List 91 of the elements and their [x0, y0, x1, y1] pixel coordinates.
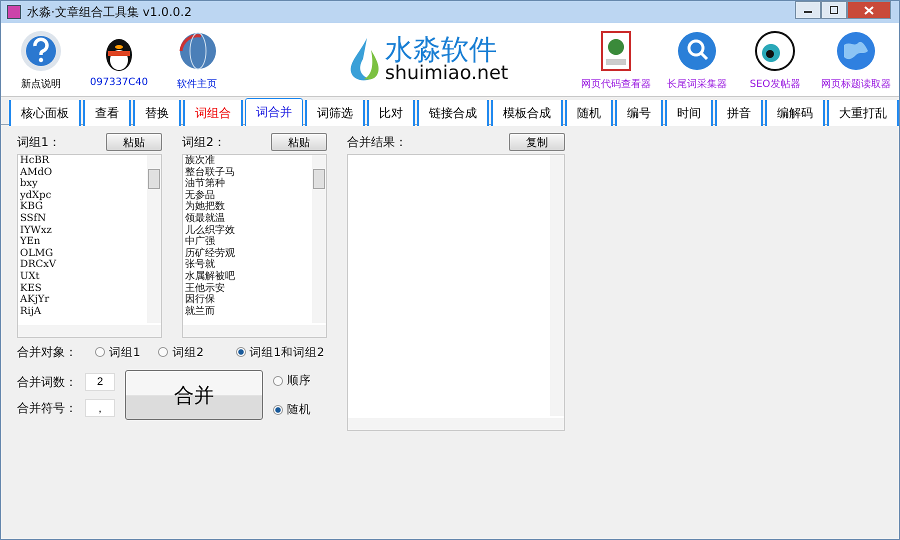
merge-button[interactable]: 合并: [125, 370, 263, 420]
radio-label[interactable]: 随机: [287, 402, 311, 417]
tab[interactable]: 时间: [665, 100, 713, 126]
list-item: 历矿经劳观: [185, 248, 235, 259]
list-item: SSfN: [20, 212, 46, 225]
maximize-icon[interactable]: [829, 6, 839, 14]
toolbar-label[interactable]: 网页标题读取器: [821, 76, 891, 90]
word-count-field[interactable]: 2: [85, 373, 115, 391]
separator-field[interactable]: ，: [85, 399, 115, 417]
radio-button[interactable]: [158, 347, 168, 357]
list-item: 因行保: [185, 294, 215, 306]
tab[interactable]: 链接合成: [417, 100, 489, 126]
toolbar-label[interactable]: 软件主页: [177, 76, 217, 90]
tab[interactable]: 查看: [83, 100, 131, 126]
toolbar-label[interactable]: 097337C40: [90, 76, 148, 88]
separator-label: 合并符号：: [17, 400, 77, 416]
list-item: IYWxz: [20, 224, 52, 236]
toolbar-label[interactable]: 新点说明: [21, 76, 61, 90]
list-item: YEn: [20, 236, 40, 248]
radio-label[interactable]: 顺序: [287, 373, 311, 388]
word-list[interactable]: 族次准 整台联子马 油节第种 无参品 为她把数 领最就温 儿么织字效 中广强 历矿经劳观 张号就 水属解被吧 王他示安 因行保 就兰而: [182, 154, 327, 338]
list-item: RijA: [20, 306, 42, 318]
list-item: KBG: [20, 201, 43, 213]
list-item: 整台联子马: [185, 166, 235, 178]
paste-button[interactable]: 粘贴: [106, 133, 162, 151]
list-item: ydXpc: [20, 190, 52, 202]
radio-button[interactable]: [236, 347, 246, 357]
result-label: 合并结果：: [347, 134, 407, 150]
vertical-scrollbar[interactable]: [550, 155, 564, 416]
radio-button[interactable]: [273, 376, 283, 386]
copy-button[interactable]: 复制: [509, 133, 565, 151]
help-icon[interactable]: [19, 28, 63, 72]
list-item: HcBR: [20, 155, 50, 167]
list-item: 族次准: [185, 155, 215, 166]
list-item: UXt: [20, 270, 40, 283]
radio-button[interactable]: [95, 347, 105, 357]
list-item: AKjYr: [20, 294, 50, 306]
close-button[interactable]: [847, 1, 891, 19]
list-item: 无参品: [185, 190, 215, 201]
paste-button[interactable]: 粘贴: [271, 133, 327, 151]
radio-label[interactable]: 词组1: [109, 344, 140, 360]
horizontal-scrollbar[interactable]: [183, 325, 326, 337]
window-title: 水淼·文章组合工具集 v1.0.0.2: [27, 4, 192, 20]
tab[interactable]: 拼音: [715, 100, 763, 126]
list-item: 为她把数: [185, 201, 225, 212]
logo-name: 水淼软件: [385, 34, 497, 64]
horizontal-scrollbar[interactable]: [348, 418, 564, 430]
app-icon: [7, 5, 21, 19]
list-item: KES: [20, 282, 42, 294]
logo-domain: shuimiao.net: [385, 64, 508, 84]
horizontal-scrollbar[interactable]: [18, 325, 161, 337]
group-label: 词组2：: [182, 134, 226, 150]
toolbar-label[interactable]: 长尾词采集器: [667, 76, 727, 90]
list-item: OLMG: [20, 248, 54, 260]
merge-target-label: 合并对象：: [17, 344, 77, 360]
vertical-scrollbar[interactable]: [312, 155, 326, 323]
tab[interactable]: 替换: [133, 100, 181, 126]
tab[interactable]: 编解码: [765, 100, 825, 126]
tab[interactable]: 词筛选: [305, 100, 365, 126]
word-list[interactable]: HcBR AMdO bxy ydXpc KBG SSfN IYWxz YEn OLMG DRCxV UXt KES AKjYr RijA: [17, 154, 162, 338]
tab[interactable]: 词组合: [183, 100, 243, 126]
radio-button[interactable]: [273, 404, 283, 414]
tab[interactable]: 模板合成: [491, 100, 563, 126]
tab[interactable]: 随机: [565, 100, 613, 126]
group-label: 词组1：: [17, 134, 61, 150]
list-item: 中广强: [185, 236, 215, 248]
minimize-button[interactable]: [795, 1, 821, 19]
list-item: 油节第种: [185, 178, 225, 190]
list-item: AMdO: [20, 166, 52, 178]
list-item: 水属解被吧: [185, 270, 235, 282]
word-count-label: 合并词数：: [17, 374, 77, 390]
vertical-scrollbar[interactable]: [147, 155, 161, 323]
tab[interactable]: 词合并: [245, 98, 303, 126]
tab[interactable]: 核心面板: [9, 100, 81, 126]
close-icon[interactable]: [864, 6, 874, 14]
tab[interactable]: 大重打乱: [827, 100, 899, 126]
list-item: 张号就: [185, 259, 215, 270]
list-item: DRCxV: [20, 259, 56, 271]
list-item: 儿么织字效: [185, 224, 235, 236]
maximize-button[interactable]: [821, 1, 847, 19]
radio-label[interactable]: 词组1和词组2: [250, 344, 324, 360]
toolbar-label[interactable]: SEO发帖器: [750, 76, 800, 90]
list-item: bxy: [20, 178, 38, 190]
list-item: 就兰而: [185, 306, 215, 318]
list-item: 领最就温: [185, 212, 225, 224]
list-item: 王他示安: [185, 282, 225, 294]
radio-label[interactable]: 词组2: [172, 344, 204, 360]
toolbar-label[interactable]: 网页代码查看器: [581, 76, 651, 90]
tab[interactable]: 编号: [615, 100, 663, 126]
tab[interactable]: 比对: [367, 100, 415, 126]
eye-icon[interactable]: [753, 28, 797, 72]
